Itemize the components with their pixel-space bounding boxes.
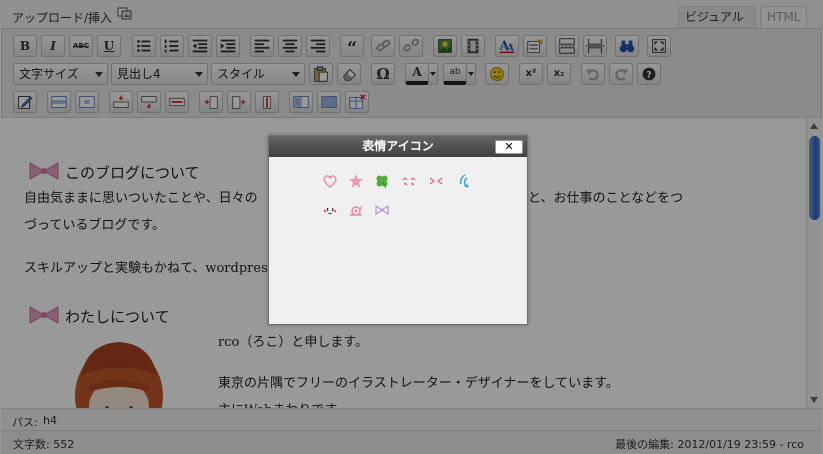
star-emoticon[interactable] xyxy=(348,173,364,189)
heart-emoticon[interactable] xyxy=(322,173,338,189)
snail-emoticon[interactable] xyxy=(348,202,364,218)
squint-emoticon[interactable] xyxy=(428,173,444,189)
emoticon-dialog: 表情アイコン ✕ xyxy=(268,135,528,325)
clover-emoticon[interactable] xyxy=(374,173,390,189)
sweat-emoticon[interactable] xyxy=(456,173,472,189)
smile-face-emoticon[interactable] xyxy=(322,202,338,218)
ribbon-emoticon[interactable] xyxy=(374,202,390,218)
dialog-title: 表情アイコン xyxy=(269,136,527,157)
blush-emoticon[interactable] xyxy=(401,173,417,189)
dialog-close-button[interactable]: ✕ xyxy=(495,140,523,154)
